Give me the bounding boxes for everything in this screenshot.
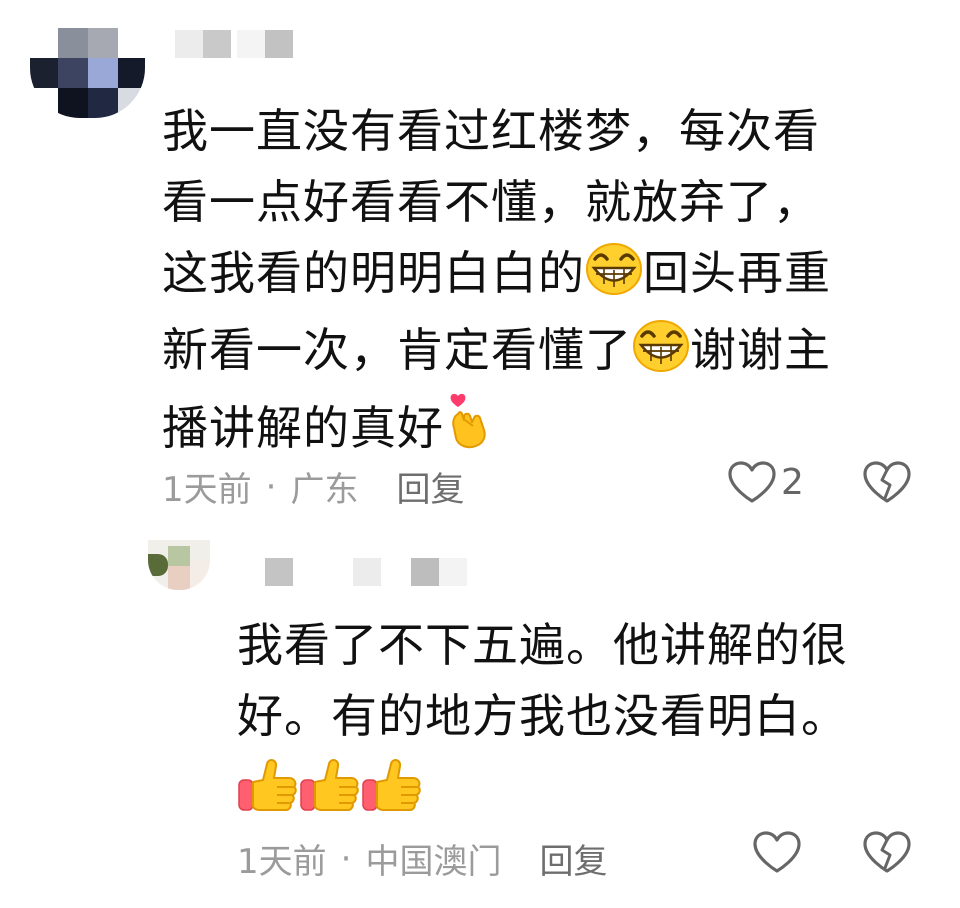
- thumbs-up-emoji-icon: [361, 756, 423, 834]
- heart-outline-icon: [727, 460, 777, 504]
- dislike-button[interactable]: [862, 460, 912, 508]
- thumbs-up-emoji-icon: [237, 756, 299, 834]
- heart-outline-icon: [752, 830, 802, 874]
- comment-text: 我看了不下五遍。他讲解的很 好。有的地方我也没看明白。: [237, 610, 927, 834]
- comment-line: 看一点好看看不懂，就放弃了，: [162, 175, 820, 229]
- finger-heart-emoji-icon: [444, 392, 490, 470]
- comment-line: 新看一次，肯定看懂了 谢谢主: [162, 315, 902, 392]
- username-blurred[interactable]: [265, 558, 475, 588]
- reply-button[interactable]: 回复: [396, 462, 464, 511]
- meta-separator: ·: [340, 838, 352, 879]
- avatar[interactable]: [30, 28, 145, 118]
- thumbs-up-emoji-icon: [299, 756, 361, 834]
- comment-text: 我一直没有看过红楼梦，每次看 看一点好看看不懂，就放弃了， 这我看的明明白白的回…: [162, 96, 902, 470]
- avatar[interactable]: [148, 540, 210, 590]
- reply-button[interactable]: 回复: [539, 834, 607, 883]
- comment-location: 中国澳门: [365, 842, 502, 882]
- comment-line: 播讲解的真好: [162, 392, 902, 470]
- comment-meta: 1天前 · 广东 回复: [162, 462, 464, 511]
- like-count: 2: [781, 461, 804, 503]
- dislike-button[interactable]: [862, 830, 912, 878]
- comment-meta: 1天前 · 中国澳门 回复: [237, 834, 607, 883]
- broken-heart-icon: [862, 461, 912, 508]
- comment-time: 1天前: [237, 842, 327, 882]
- comment-line: 我看了不下五遍。他讲解的很: [237, 618, 848, 672]
- comment-time: 1天前: [162, 470, 252, 510]
- grin-emoji-icon: [632, 318, 690, 392]
- meta-separator: ·: [265, 466, 277, 507]
- grin-emoji-icon: [585, 241, 643, 315]
- comment-location: 广东: [290, 470, 359, 510]
- username-blurred[interactable]: [175, 30, 295, 60]
- like-button[interactable]: [752, 830, 802, 874]
- like-button[interactable]: 2: [727, 460, 804, 504]
- comment-line: 我一直没有看过红楼梦，每次看: [162, 104, 820, 158]
- comment-line: 这我看的明明白白的 回头再重: [162, 238, 902, 315]
- emoji-row: [237, 756, 927, 834]
- comment-line: 好。有的地方我也没看明白。: [237, 689, 848, 743]
- broken-heart-icon: [862, 831, 912, 878]
